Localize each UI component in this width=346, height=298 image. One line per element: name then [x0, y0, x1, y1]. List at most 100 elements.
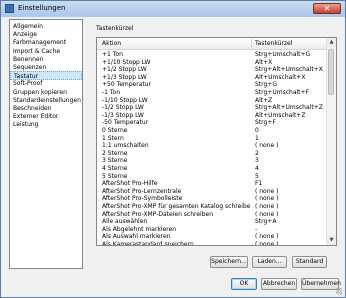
action-cell: -1 Ton: [102, 89, 121, 96]
load-button[interactable]: Laden...: [252, 256, 287, 268]
table-row[interactable]: +1 Ton Strg+Umschalt+G: [97, 51, 327, 58]
action-cell: AfterShot Pro-XMP-Dateien schreiben: [102, 210, 214, 218]
shortcut-cell[interactable]: 1: [255, 135, 327, 142]
action-cell: 1 Stern: [102, 134, 124, 142]
cancel-button[interactable]: Abbrechen: [261, 278, 297, 290]
table-row[interactable]: AfterShot Pro-Lernzentrale ( none ): [97, 188, 327, 195]
table-row[interactable]: +1/3 Stopp LW Alt+Umschalt+X: [97, 74, 327, 81]
category-list: Allgemein Anzeige Farbmanagement Import & C…: [9, 19, 83, 269]
shortcut-cell[interactable]: ( none ): [255, 188, 327, 195]
action-cell: -50 Temperatur: [102, 119, 149, 127]
shortcut-cell[interactable]: -: [255, 226, 327, 233]
shortcut-cell[interactable]: ( none ): [255, 195, 327, 202]
action-cell: +1/10 Stopp LW: [102, 58, 151, 66]
save-button[interactable]: Speichern...: [210, 256, 248, 268]
table-row[interactable]: 2 Sterne 2: [97, 150, 327, 157]
shortcut-cell[interactable]: ( none ): [255, 203, 327, 210]
shortcut-cell[interactable]: ( none ): [255, 241, 327, 245]
action-cell: 3 Sterne: [102, 157, 128, 165]
table-row[interactable]: -50 Temperatur Strg+F: [97, 119, 327, 126]
apply-button[interactable]: Übernehmen: [301, 278, 341, 290]
action-cell: +50 Temperatur: [102, 81, 152, 89]
column-separator[interactable]: [251, 39, 252, 48]
scrollbar-thumb[interactable]: [328, 49, 334, 95]
action-cell: Alle auswählen: [102, 218, 148, 226]
table-row[interactable]: +1/2 Stopp LW Strg+Alt+Umschalt+X: [97, 66, 327, 73]
action-cell: 4 Sterne: [102, 165, 128, 172]
action-cell: AfterShot Pro-XMP für gesamten Katalog s…: [102, 203, 250, 210]
action-cell: AfterShot Pro-Lernzentrale: [102, 187, 182, 195]
column-header-action[interactable]: Aktion: [102, 38, 121, 49]
action-cell: Als Kamerastandard speichern...: [102, 241, 200, 246]
table-row[interactable]: AfterShot Pro-Symbolleiste ( none ): [97, 195, 327, 202]
app-icon: [5, 4, 14, 13]
table-header: Aktion Tastenkürzel: [97, 38, 327, 50]
shortcut-cell[interactable]: 2: [255, 150, 327, 157]
shortcut-cell[interactable]: Strg+A: [255, 218, 327, 225]
default-button[interactable]: Standard: [292, 256, 327, 268]
action-cell: +1/2 Stopp LW: [102, 66, 147, 74]
sidebar-item[interactable]: Leistung: [10, 120, 82, 129]
shortcuts-table: Aktion Tastenkürzel +1 Ton Strg+Umschalt+…: [96, 37, 337, 246]
table-row[interactable]: 3 Sterne 3: [97, 157, 327, 164]
shortcut-cell[interactable]: 3: [255, 157, 327, 164]
table-row[interactable]: Als Kamerastandard speichern... ( none ): [97, 241, 327, 246]
action-cell: +1/3 Stopp LW: [102, 73, 147, 81]
table-row[interactable]: Als Abgelehnt markieren -: [97, 226, 327, 233]
table-row[interactable]: Alle auswählen Strg+A: [97, 218, 327, 225]
resize-grip-icon[interactable]: [336, 288, 342, 294]
shortcut-cell[interactable]: 4: [255, 165, 327, 172]
table-row[interactable]: 1:1 umschalten ( none ): [97, 142, 327, 149]
shortcut-cell[interactable]: F1: [255, 180, 327, 187]
table-row[interactable]: AfterShot Pro-Hilfe F1: [97, 180, 327, 187]
action-cell: Als Auswahl markieren: [102, 233, 171, 241]
table-row[interactable]: +50 Temperatur Strg+G: [97, 81, 327, 88]
table-row[interactable]: -1/2 Stopp LW Strg+Alt+Umschalt+Z: [97, 104, 327, 111]
ok-button[interactable]: OK: [231, 278, 257, 290]
action-cell: 1:1 umschalten: [102, 142, 149, 150]
table-row[interactable]: -1/3 Stopp LW Alt+Umschalt+Z: [97, 112, 327, 119]
table-row[interactable]: AfterShot Pro-XMP-Dateien schreiben ( non…: [97, 211, 327, 218]
shortcut-cell[interactable]: Alt+X: [255, 59, 327, 66]
table-row[interactable]: 5 Sterne 5: [97, 173, 327, 180]
shortcut-cell[interactable]: Strg+Umschalt+G: [255, 51, 327, 58]
shortcut-cell[interactable]: Strg+Umschalt+F: [255, 89, 327, 96]
shortcut-cell[interactable]: ( none ): [255, 142, 327, 149]
scroll-down-icon[interactable]: ▼: [327, 236, 336, 245]
shortcut-cell[interactable]: 5: [255, 173, 327, 180]
action-cell: +1 Ton: [102, 51, 123, 58]
table-row[interactable]: -1/10 Stopp LW Alt+Z: [97, 97, 327, 104]
shortcut-cell[interactable]: Strg+Alt+Umschalt+Z: [255, 104, 327, 111]
shortcut-cell[interactable]: Strg+Alt+Umschalt+X: [255, 66, 327, 73]
title-bar[interactable]: Einstellungen ✕: [1, 1, 345, 17]
shortcut-cell[interactable]: ( none ): [255, 233, 327, 240]
scroll-up-icon[interactable]: ▲: [327, 38, 336, 47]
column-header-shortcut[interactable]: Tastenkürzel: [255, 38, 292, 49]
action-cell: Als Abgelehnt markieren: [102, 225, 177, 233]
shortcut-cell[interactable]: Alt+Umschalt+Z: [255, 112, 327, 119]
shortcuts-group-label: Tastenkürzel: [96, 25, 134, 32]
shortcut-cell[interactable]: Alt+Umschalt+X: [255, 74, 327, 81]
close-button[interactable]: ✕: [313, 3, 341, 14]
preferences-window: Einstellungen ✕ Allgemein Anzeige Farbmana…: [0, 0, 346, 298]
shortcut-cell[interactable]: Strg+F: [255, 119, 327, 126]
action-cell: -1/2 Stopp LW: [102, 104, 144, 112]
action-cell: 0 Sterne: [102, 127, 128, 134]
action-cell: -1/3 Stopp LW: [102, 111, 144, 119]
action-cell: 2 Sterne: [102, 149, 128, 157]
table-row[interactable]: -1 Ton Strg+Umschalt+F: [97, 89, 327, 96]
table-row[interactable]: Als Auswahl markieren ( none ): [97, 233, 327, 240]
table-row[interactable]: 4 Sterne 4: [97, 165, 327, 172]
shortcut-cell[interactable]: Strg+G: [255, 81, 327, 88]
shortcut-cell[interactable]: ( none ): [255, 211, 327, 218]
action-cell: AfterShot Pro-Hilfe: [102, 180, 158, 188]
table-row[interactable]: +1/10 Stopp LW Alt+X: [97, 59, 327, 66]
table-row[interactable]: 0 Sterne 0: [97, 127, 327, 134]
shortcut-cell[interactable]: Alt+Z: [255, 97, 327, 104]
vertical-scrollbar[interactable]: ▲ ▼: [326, 38, 336, 245]
action-cell: 5 Sterne: [102, 172, 128, 180]
action-cell: AfterShot Pro-Symbolleiste: [102, 195, 183, 203]
shortcut-cell[interactable]: 0: [255, 127, 327, 134]
table-row[interactable]: 1 Stern 1: [97, 135, 327, 142]
table-row[interactable]: AfterShot Pro-XMP für gesamten Katalog s…: [97, 203, 327, 210]
